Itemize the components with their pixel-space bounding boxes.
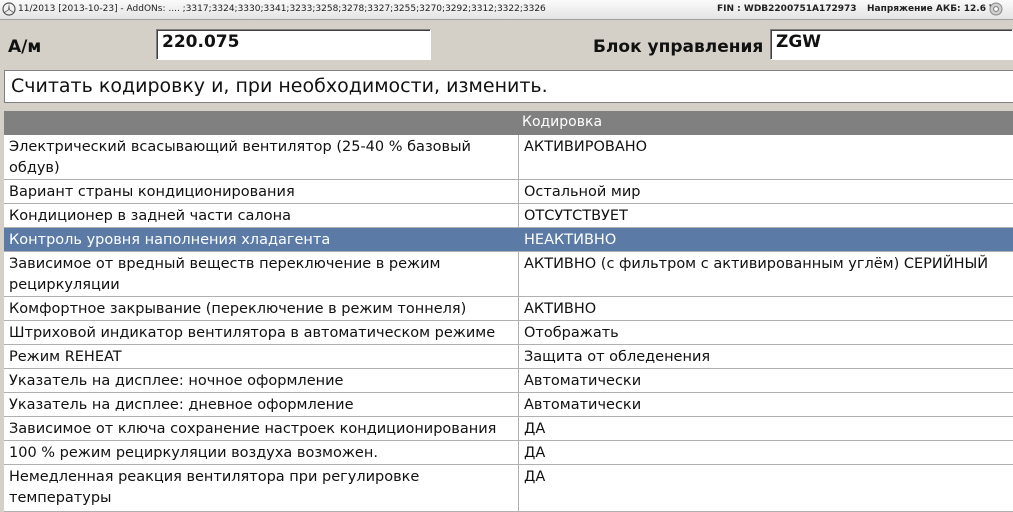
coding-table: Кодировка Электрический всасывающий вент… bbox=[4, 111, 1013, 512]
row-value: АКТИВНО (с фильтром с активированным угл… bbox=[524, 256, 989, 272]
table-row[interactable]: Штриховой индикатор вентилятора в автома… bbox=[4, 321, 1013, 345]
row-value: Отображать bbox=[524, 325, 619, 341]
fin-text: FIN : WDB2200751A172973 bbox=[717, 4, 857, 14]
table-row[interactable]: Немедленная реакция вентилятора при регу… bbox=[4, 465, 1013, 512]
row-parameter: Вариант страны кондиционирования bbox=[4, 180, 519, 203]
status-bar: 11/2013 [2013-10-23] - AddONs: .... ;331… bbox=[0, 0, 1013, 20]
row-value: НЕАКТИВНО bbox=[524, 232, 617, 248]
row-value: Остальной мир bbox=[524, 184, 641, 200]
table-row[interactable]: Кондиционер в задней части салона ОТСУТС… bbox=[4, 204, 1013, 228]
table-row-selected[interactable]: Контроль уровня наполнения хладагента НЕ… bbox=[4, 228, 1013, 252]
row-parameter: Указатель на дисплее: дневное оформление bbox=[4, 393, 519, 416]
table-header: Кодировка bbox=[4, 111, 1013, 135]
table-row[interactable]: 100 % режим рециркуляции воздуха возможе… bbox=[4, 441, 1013, 465]
row-parameter: Зависимое от вредный веществ переключени… bbox=[4, 252, 519, 296]
table-row[interactable]: Указатель на дисплее: дневное оформление… bbox=[4, 393, 1013, 417]
vehicle-model-field[interactable]: 220.075 bbox=[156, 29, 431, 60]
row-value: Автоматически bbox=[524, 397, 642, 413]
row-parameter: Режим REHEAT bbox=[4, 345, 519, 368]
row-value: Защита от обледенения bbox=[524, 349, 711, 365]
control-unit-field[interactable]: ZGW bbox=[770, 29, 1013, 60]
row-value: АКТИВИРОВАНО bbox=[524, 139, 648, 155]
row-parameter: Контроль уровня наполнения хладагента bbox=[4, 228, 519, 251]
row-value: ДА bbox=[524, 469, 546, 485]
row-value: ДА bbox=[524, 445, 546, 461]
row-parameter: Штриховой индикатор вентилятора в автома… bbox=[4, 321, 519, 344]
row-value: Автоматически bbox=[524, 373, 642, 389]
column-header-coding: Кодировка bbox=[522, 114, 603, 130]
row-value: АКТИВНО bbox=[524, 301, 597, 317]
mercedes-star-icon bbox=[2, 2, 16, 16]
table-row[interactable]: Комфортное закрывание (переключение в ре… bbox=[4, 297, 1013, 321]
table-row[interactable]: Электрический всасывающий вентилятор (25… bbox=[4, 135, 1013, 180]
battery-voltage-text: Напряжение АКБ: 12.6 V bbox=[867, 4, 997, 14]
table-row[interactable]: Указатель на дисплее: ночное оформление … bbox=[4, 369, 1013, 393]
vehicle-model-label: А/м bbox=[8, 37, 42, 57]
instruction-text: Считать кодировку и, при необходимости, … bbox=[4, 70, 1013, 103]
row-parameter: 100 % режим рециркуляции воздуха возможе… bbox=[4, 441, 519, 464]
table-row[interactable]: Режим REHEAT Защита от обледенения bbox=[4, 345, 1013, 369]
row-value: ОТСУТСТВУЕТ bbox=[524, 208, 628, 224]
row-parameter: Комфортное закрывание (переключение в ре… bbox=[4, 297, 519, 320]
row-parameter: Зависимое от ключа сохранение настроек к… bbox=[4, 417, 519, 440]
table-row[interactable]: Зависимое от ключа сохранение настроек к… bbox=[4, 417, 1013, 441]
table-row[interactable]: Зависимое от вредный веществ переключени… bbox=[4, 252, 1013, 297]
row-parameter: Указатель на дисплее: ночное оформление bbox=[4, 369, 519, 392]
row-value: ДА bbox=[524, 421, 546, 437]
version-addons-text: 11/2013 [2013-10-23] - AddONs: .... ;331… bbox=[18, 4, 546, 14]
control-unit-label: Блок управления bbox=[593, 37, 764, 57]
row-parameter: Кондиционер в задней части салона bbox=[4, 204, 519, 227]
settings-icon[interactable] bbox=[989, 2, 1003, 16]
row-parameter: Немедленная реакция вентилятора при регу… bbox=[4, 465, 519, 511]
row-parameter: Электрический всасывающий вентилятор (25… bbox=[4, 135, 519, 179]
table-row[interactable]: Вариант страны кондиционирования Остальн… bbox=[4, 180, 1013, 204]
